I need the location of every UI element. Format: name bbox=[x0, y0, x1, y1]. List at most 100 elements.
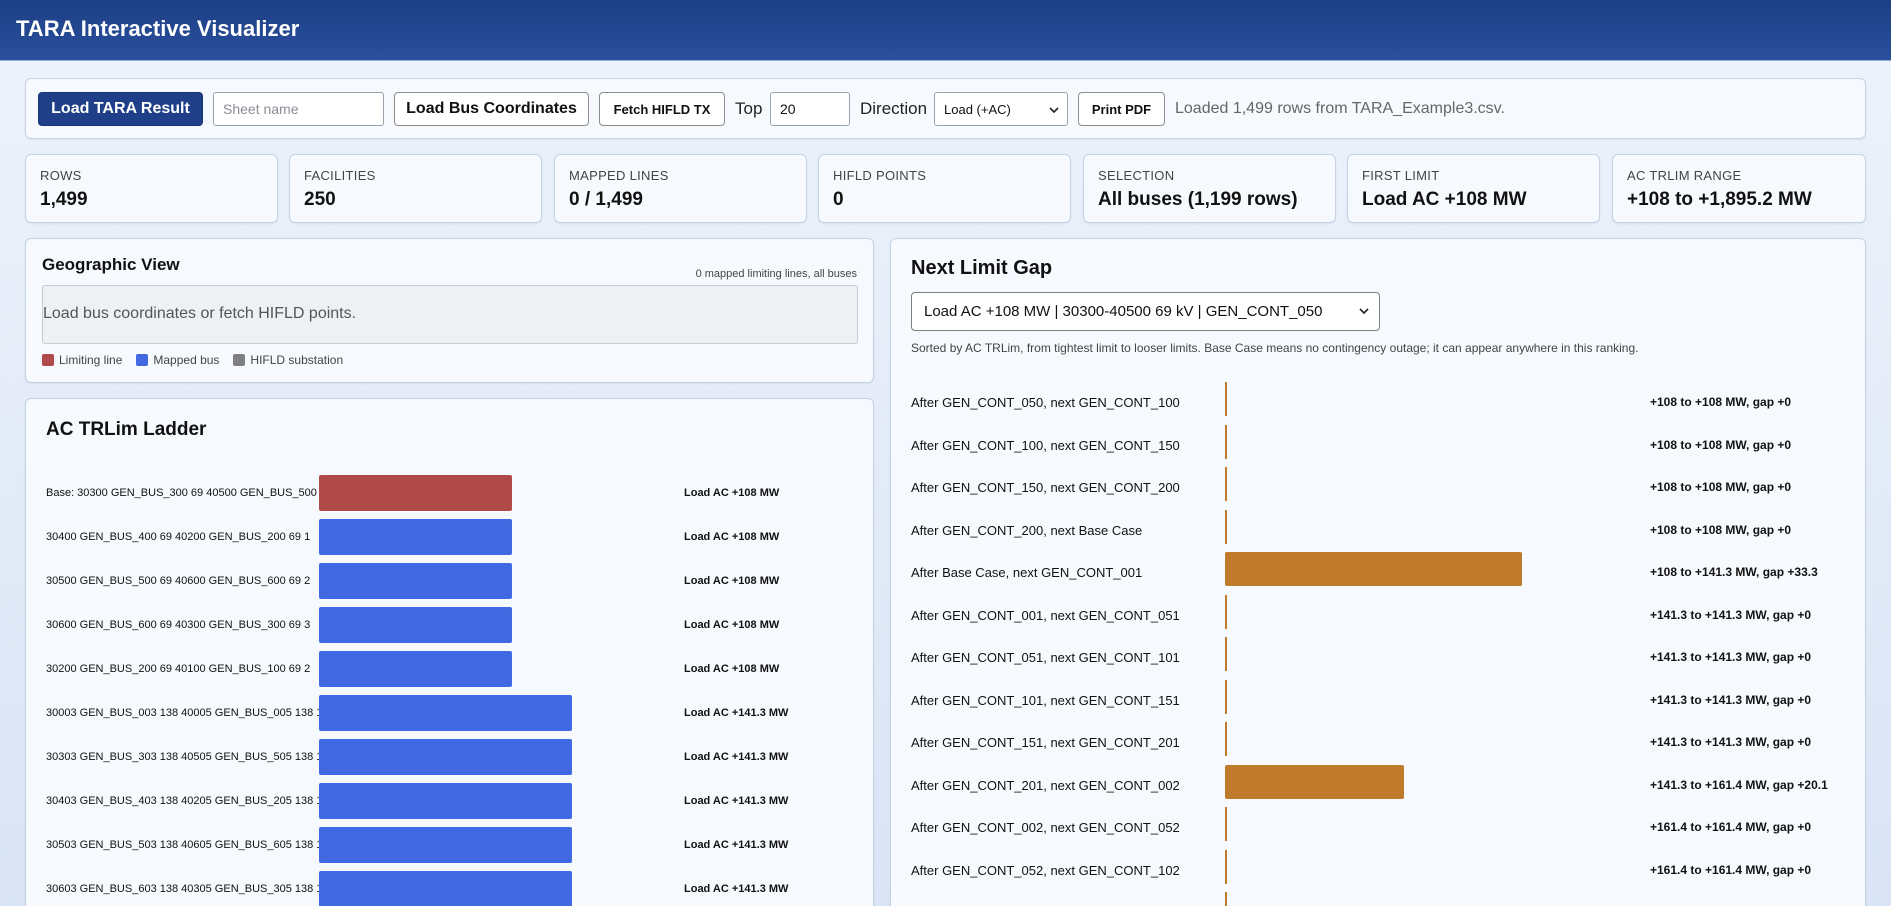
gap-row[interactable]: After GEN_CONT_200, next Base Case +108 t… bbox=[891, 509, 1865, 552]
gap-zero-marker bbox=[1225, 467, 1227, 501]
stat-card-mapped-lines: MAPPED LINES 0 / 1,499 bbox=[554, 154, 807, 223]
direction-select-value: Load (+AC) bbox=[944, 101, 1011, 117]
gap-row-label: After GEN_CONT_052, next GEN_CONT_102 bbox=[911, 862, 1180, 878]
gap-zero-marker bbox=[1225, 679, 1227, 714]
top-count-input[interactable]: 20 bbox=[770, 92, 850, 126]
gap-zero-marker bbox=[1225, 637, 1227, 671]
gap-zero-marker bbox=[1225, 382, 1227, 416]
gap-row[interactable]: After GEN_CONT_151, next GEN_CONT_201 +14… bbox=[891, 722, 1865, 764]
gap-row[interactable]: After GEN_CONT_051, next GEN_CONT_101 +14… bbox=[891, 637, 1865, 679]
load-status-text: Loaded 1,499 rows from TARA_Example3.csv… bbox=[1175, 100, 1505, 117]
ladder-row[interactable]: 30403 GEN_BUS_403 138 40205 GEN_BUS_205 … bbox=[26, 783, 873, 819]
ladder-row[interactable]: 30603 GEN_BUS_603 138 40305 GEN_BUS_305 … bbox=[26, 871, 873, 906]
ladder-row-label: 30603 GEN_BUS_603 138 40305 GEN_BUS_305 … bbox=[46, 883, 323, 895]
ladder-bar[interactable] bbox=[319, 475, 512, 511]
gap-bar bbox=[1225, 552, 1522, 586]
gap-row-label: After GEN_CONT_150, next GEN_CONT_200 bbox=[911, 480, 1180, 495]
gap-row-value: +141.3 to +141.3 MW, gap +0 bbox=[1650, 650, 1812, 664]
ladder-bar[interactable] bbox=[319, 651, 512, 687]
gap-zero-marker bbox=[1225, 807, 1227, 841]
ladder-bar[interactable] bbox=[319, 827, 572, 863]
direction-select[interactable]: Load (+AC) bbox=[934, 92, 1068, 126]
gap-row[interactable]: After GEN_CONT_102, next GEN_CONT_152+16… bbox=[891, 892, 1865, 906]
gap-row-value: +108 to +108 MW, gap +0 bbox=[1650, 522, 1792, 537]
gap-zero-marker bbox=[1225, 509, 1227, 544]
ladder-row-label: 30003 GEN_BUS_003 138 40005 GEN_BUS_005 … bbox=[46, 707, 323, 719]
stat-value: 0 / 1,499 bbox=[569, 189, 643, 210]
stat-label: HIFLD POINTS bbox=[833, 168, 927, 183]
ladder-bar[interactable] bbox=[319, 695, 572, 731]
ladder-row-label: 30303 GEN_BUS_303 138 40505 GEN_BUS_505 … bbox=[46, 751, 323, 763]
ladder-row-value: Load AC +108 MW bbox=[684, 575, 780, 587]
app-title: TARA Interactive Visualizer bbox=[16, 16, 300, 41]
gap-title: Next Limit Gap bbox=[911, 257, 1053, 279]
stat-card-selection: SELECTION All buses (1,199 rows) bbox=[1083, 154, 1336, 223]
ladder-row[interactable]: Base: 30300 GEN_BUS_300 69 40500 GEN_BUS… bbox=[26, 475, 873, 511]
ladder-bar[interactable] bbox=[319, 519, 512, 555]
stat-label: ROWS bbox=[40, 168, 82, 183]
gap-row-value: +108 to +141.3 MW, gap +33.3 bbox=[1650, 565, 1818, 579]
map-placeholder-text: Load bus coordinates or fetch HIFLD poin… bbox=[43, 305, 357, 322]
app-header: TARA Interactive Visualizer bbox=[0, 0, 1891, 61]
gap-row-label: After GEN_CONT_151, next GEN_CONT_201 bbox=[911, 735, 1180, 750]
stat-label: MAPPED LINES bbox=[569, 168, 669, 183]
ladder-title: AC TRLim Ladder bbox=[46, 419, 207, 440]
stat-value: 1,499 bbox=[40, 189, 88, 210]
ladder-bar[interactable] bbox=[319, 607, 512, 643]
load-bus-coordinates-button[interactable]: Load Bus Coordinates bbox=[394, 92, 589, 126]
stat-value: 250 bbox=[304, 189, 336, 210]
stat-label: FACILITIES bbox=[304, 168, 376, 183]
gap-row[interactable]: After GEN_CONT_100, next GEN_CONT_150 +10… bbox=[891, 424, 1865, 467]
gap-row[interactable]: After GEN_CONT_052, next GEN_CONT_102 +16… bbox=[891, 849, 1865, 892]
legend-label: Limiting line bbox=[59, 353, 123, 367]
ladder-row-label: 30600 GEN_BUS_600 69 40300 GEN_BUS_300 6… bbox=[46, 619, 311, 631]
ladder-row[interactable]: 30003 GEN_BUS_003 138 40005 GEN_BUS_005 … bbox=[26, 695, 873, 731]
ladder-row-value: Load AC +108 MW bbox=[684, 487, 780, 499]
ladder-row[interactable]: 30400 GEN_BUS_400 69 40200 GEN_BUS_200 6… bbox=[26, 519, 873, 555]
limit-select[interactable]: Load AC +108 MW | 30300-40500 69 kV | GE… bbox=[911, 292, 1380, 331]
next-limit-gap-panel: Next Limit Gap Load AC +108 MW | 30300-4… bbox=[890, 238, 1866, 906]
gap-row-value: +108 to +108 MW, gap +0 bbox=[1650, 395, 1792, 409]
ladder-bar[interactable] bbox=[319, 563, 512, 599]
gap-row[interactable]: After GEN_CONT_201, next GEN_CONT_002 +14… bbox=[891, 764, 1865, 807]
top-label: Top bbox=[735, 99, 763, 118]
gap-row-value: +108 to +108 MW, gap +0 bbox=[1650, 480, 1792, 494]
gap-row[interactable]: After Base Case, next GEN_CONT_001 +108 t… bbox=[891, 552, 1865, 594]
legend-item-hifld-substation: HIFLD substation bbox=[233, 353, 343, 367]
gap-row[interactable]: After GEN_CONT_150, next GEN_CONT_200 +10… bbox=[891, 467, 1865, 509]
legend-swatch bbox=[136, 354, 149, 366]
gap-row-value: +161.4 to +161.4 MW, gap +0 bbox=[1650, 862, 1812, 877]
print-pdf-button[interactable]: Print PDF bbox=[1078, 92, 1165, 126]
ladder-bar[interactable] bbox=[319, 783, 572, 819]
stat-card-first-limit: FIRST LIMIT Load AC +108 MW bbox=[1347, 154, 1600, 223]
ladder-row[interactable]: 30303 GEN_BUS_303 138 40505 GEN_BUS_505 … bbox=[26, 739, 873, 775]
gap-row[interactable]: After GEN_CONT_002, next GEN_CONT_052 +16… bbox=[891, 807, 1865, 849]
ladder-bar[interactable] bbox=[319, 871, 572, 906]
legend-swatch bbox=[42, 354, 54, 366]
load-tara-result-button[interactable]: Load TARA Result bbox=[38, 92, 203, 126]
gap-zero-marker bbox=[1225, 722, 1227, 756]
ladder-row[interactable]: 30503 GEN_BUS_503 138 40605 GEN_BUS_605 … bbox=[26, 827, 873, 863]
chevron-down-icon bbox=[1359, 308, 1369, 315]
gap-row-label: After GEN_CONT_001, next GEN_CONT_051 bbox=[911, 607, 1180, 623]
ladder-bar[interactable] bbox=[319, 739, 572, 775]
fetch-hifld-tx-button[interactable]: Fetch HIFLD TX bbox=[599, 92, 725, 126]
stat-card-ac-trlim-range: AC TRLIM RANGE +108 to +1,895.2 MW bbox=[1612, 154, 1866, 223]
gap-row[interactable]: After GEN_CONT_101, next GEN_CONT_151 +14… bbox=[891, 679, 1865, 722]
ladder-row-value: Load AC +141.3 MW bbox=[684, 795, 789, 807]
map-legend: Limiting line Mapped bus HIFLD substatio… bbox=[42, 353, 343, 367]
sheet-name-input[interactable]: Sheet name bbox=[213, 92, 384, 126]
ladder-row[interactable]: 30500 GEN_BUS_500 69 40600 GEN_BUS_600 6… bbox=[26, 563, 873, 599]
ac-trlim-ladder-panel: AC TRLim Ladder Base: 30300 GEN_BUS_300 … bbox=[25, 398, 874, 906]
gap-row-value: +141.3 to +161.4 MW, gap +20.1 bbox=[1650, 777, 1828, 792]
stat-label: FIRST LIMIT bbox=[1362, 168, 1440, 183]
gap-row-value: +141.3 to +141.3 MW, gap +0 bbox=[1650, 607, 1812, 622]
ladder-row-label: 30200 GEN_BUS_200 69 40100 GEN_BUS_100 6… bbox=[46, 663, 311, 675]
stat-card-hifld-points: HIFLD POINTS 0 bbox=[818, 154, 1071, 223]
map-area[interactable]: Load bus coordinates or fetch HIFLD poin… bbox=[42, 285, 858, 344]
ladder-row[interactable]: 30600 GEN_BUS_600 69 40300 GEN_BUS_300 6… bbox=[26, 607, 873, 643]
ladder-row[interactable]: 30200 GEN_BUS_200 69 40100 GEN_BUS_100 6… bbox=[26, 651, 873, 687]
gap-row[interactable]: After GEN_CONT_050, next GEN_CONT_100 +10… bbox=[891, 382, 1865, 424]
stat-value: Load AC +108 MW bbox=[1362, 189, 1527, 210]
gap-row[interactable]: After GEN_CONT_001, next GEN_CONT_051 +14… bbox=[891, 594, 1865, 637]
